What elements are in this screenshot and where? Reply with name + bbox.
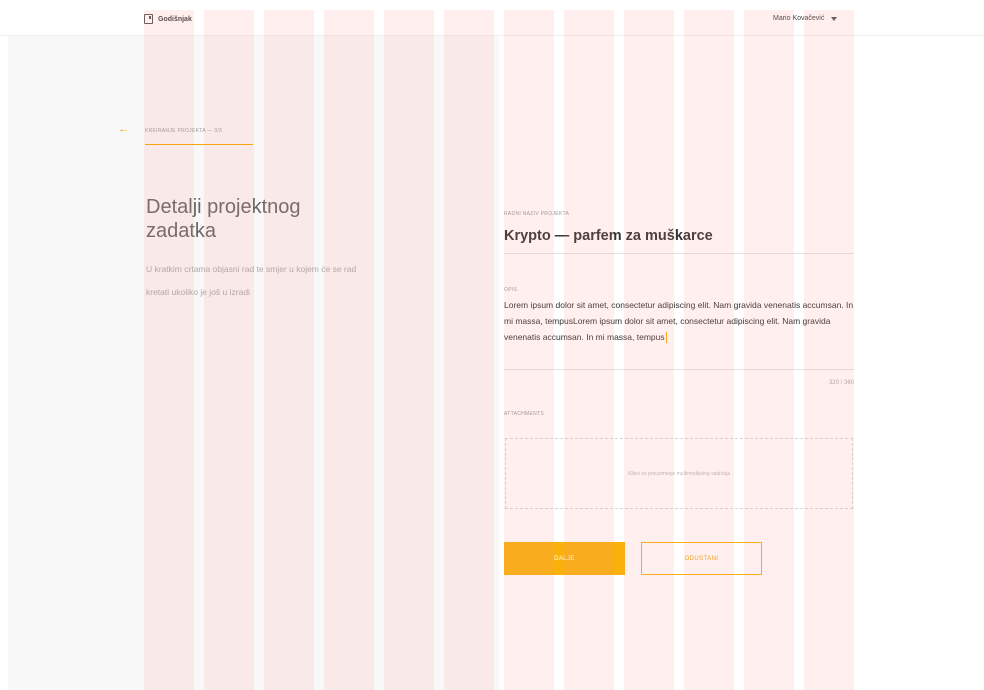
project-name-label: RADNI NAZIV PROJEKTA [504, 211, 570, 217]
attachments-dropzone[interactable]: Klikni za preuzimanje multimedijskog sad… [505, 438, 853, 509]
description-label: OPIS [504, 287, 518, 293]
page: Godišnjak Mario Kovačević ← KREIRANJE PR… [0, 0, 984, 690]
grid-column [564, 10, 614, 690]
grid-column [804, 10, 854, 690]
app-logo[interactable]: Godišnjak [144, 14, 192, 24]
next-button[interactable]: DALJE [504, 542, 625, 575]
section-description: U kratkim crtama objasni rad te smjer u … [146, 264, 357, 297]
description-textarea[interactable]: Lorem ipsum dolor sit amet, consectetur … [504, 297, 854, 345]
app-name: Godišnjak [158, 15, 192, 23]
text-cursor [665, 332, 667, 344]
dropzone-text: Klikni za preuzimanje multimedijskog sad… [628, 470, 730, 477]
step-underline [145, 144, 253, 145]
grid-column [744, 10, 794, 690]
grid-column [684, 10, 734, 690]
calendar-icon [144, 14, 153, 24]
character-counter: 320 / 360 [828, 380, 854, 386]
section-title: Detalji projektnog zadatka [146, 196, 301, 242]
arrow-left-icon[interactable]: ← [118, 123, 129, 135]
cancel-button[interactable]: ODUSTANI [641, 542, 762, 575]
user-menu[interactable]: Mario Kovačević [773, 15, 838, 22]
grid-column [624, 10, 674, 690]
project-name-underline [504, 253, 854, 254]
project-name-input[interactable]: Krypto — parfem za muškarce [504, 228, 713, 244]
grid-column [504, 10, 554, 690]
attachments-label: ATTACHMENTS [504, 411, 545, 417]
user-name: Mario Kovačević [773, 15, 825, 22]
caret-down-icon [831, 16, 838, 21]
left-panel [8, 36, 499, 690]
description-underline [504, 369, 854, 370]
description-value: Lorem ipsum dolor sit amet, consectetur … [504, 300, 854, 342]
top-bar: Godišnjak Mario Kovačević [0, 0, 984, 36]
step-indicator: KREIRANJE PROJEKTA — 3/3 [145, 128, 223, 134]
